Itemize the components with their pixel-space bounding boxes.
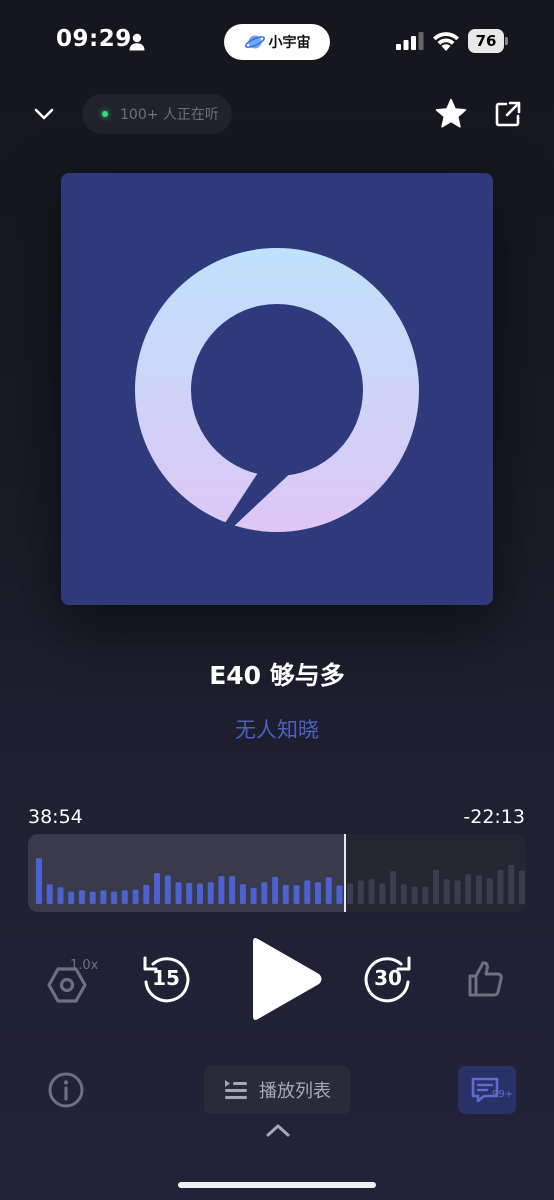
waveform-bar xyxy=(272,876,279,904)
waveform-bar xyxy=(411,886,418,904)
play-icon[interactable] xyxy=(245,934,325,1024)
waveform-bar xyxy=(347,883,354,904)
cover-art xyxy=(61,173,493,605)
waveform-bar xyxy=(357,880,364,904)
forward-button[interactable]: 30 xyxy=(361,952,415,1006)
waveform-bar xyxy=(36,858,42,904)
listener-count-pill: 100+ 人正在听 xyxy=(82,94,232,134)
status-bar: 09:29 小宇宙 76 xyxy=(0,0,554,84)
waveform-bar xyxy=(197,883,203,904)
waveform-scrubber[interactable] xyxy=(28,834,526,912)
waveform-bar xyxy=(186,882,193,904)
waveform-bar xyxy=(57,887,64,904)
battery-level: 76 xyxy=(468,29,504,53)
waveform-bar xyxy=(465,874,472,904)
player-header: 100+ 人正在听 xyxy=(0,92,554,136)
waveform-bar xyxy=(518,870,525,904)
playlist-label: 播放列表 xyxy=(259,1081,331,1102)
app-status-pill[interactable]: 小宇宙 xyxy=(224,24,330,60)
waveform-bar xyxy=(486,878,493,904)
elapsed-time: 38:54 xyxy=(28,806,83,828)
thumbs-up-icon[interactable] xyxy=(465,958,507,1000)
chevron-up-icon[interactable] xyxy=(264,1121,292,1139)
waveform-bars xyxy=(36,858,525,904)
waveform-bar xyxy=(497,869,504,904)
home-indicator[interactable] xyxy=(178,1182,376,1188)
podcast-author-link[interactable]: 无人知晓 xyxy=(0,714,554,744)
waveform-bar xyxy=(250,887,257,904)
waveform-bar xyxy=(111,891,118,904)
battery-icon: 76 xyxy=(468,29,508,53)
forward-seconds: 30 xyxy=(374,966,402,990)
waveform-bar xyxy=(239,884,246,904)
waveform-bar xyxy=(454,880,461,904)
speed-label: 1.0x xyxy=(70,958,99,973)
waveform-bar xyxy=(121,890,128,904)
waveform-bar xyxy=(508,864,515,904)
live-dot-icon xyxy=(102,111,108,117)
waveform-bar xyxy=(78,890,85,904)
waveform-bar xyxy=(175,882,182,904)
rewind-seconds: 15 xyxy=(152,966,180,990)
waveform-bar xyxy=(68,891,75,904)
waveform-bar xyxy=(400,884,407,904)
waveform-bar xyxy=(229,876,236,904)
waveform-bar xyxy=(164,875,171,904)
waveform-bar xyxy=(261,882,268,904)
person-icon xyxy=(129,33,145,51)
waveform-bar xyxy=(143,884,150,904)
chevron-down-icon[interactable] xyxy=(30,102,58,126)
waveform-bar xyxy=(282,884,289,904)
waveform-bar xyxy=(46,884,53,904)
playback-speed-button[interactable]: 1.0x xyxy=(46,958,102,1006)
waveform-bar xyxy=(304,880,311,904)
waveform-bar xyxy=(207,882,214,904)
waveform-bar xyxy=(390,871,397,904)
waveform-bar xyxy=(433,869,439,904)
remaining-time: -22:13 xyxy=(463,806,525,828)
playhead[interactable] xyxy=(344,834,346,912)
star-icon[interactable] xyxy=(434,97,468,131)
waveform-bar xyxy=(325,877,332,904)
planet-icon xyxy=(244,35,265,49)
waveform-bar xyxy=(89,891,96,904)
battery-tip xyxy=(505,37,508,45)
waveform-bar xyxy=(368,879,375,904)
rewind-button[interactable]: 15 xyxy=(139,952,193,1006)
wifi-icon xyxy=(433,32,459,51)
listener-count: 100+ 人正在听 xyxy=(120,107,219,123)
waveform-bar xyxy=(132,889,139,904)
logo-ring-icon xyxy=(135,248,419,532)
status-time: 09:29 xyxy=(56,26,132,52)
playlist-button[interactable]: 播放列表 xyxy=(204,1066,350,1114)
waveform-bar xyxy=(100,890,107,904)
app-status-label: 小宇宙 xyxy=(268,35,311,51)
info-icon[interactable] xyxy=(47,1071,85,1109)
waveform-bar xyxy=(293,885,300,904)
waveform-bar xyxy=(315,882,321,904)
waveform-bar xyxy=(154,873,160,904)
waveform-bar xyxy=(443,879,450,904)
waveform-bar xyxy=(336,885,343,904)
playlist-icon xyxy=(225,1080,247,1099)
episode-title: E40 够与多 xyxy=(209,661,345,690)
waveform-bar xyxy=(475,875,482,904)
waveform-bar xyxy=(422,886,429,904)
waveform-bar xyxy=(218,876,225,904)
signal-icon xyxy=(396,32,424,50)
share-icon[interactable] xyxy=(494,100,522,128)
comments-count-badge: 99+ xyxy=(492,1089,514,1100)
comments-button[interactable]: 99+ xyxy=(458,1066,516,1114)
waveform-bar xyxy=(379,883,386,904)
